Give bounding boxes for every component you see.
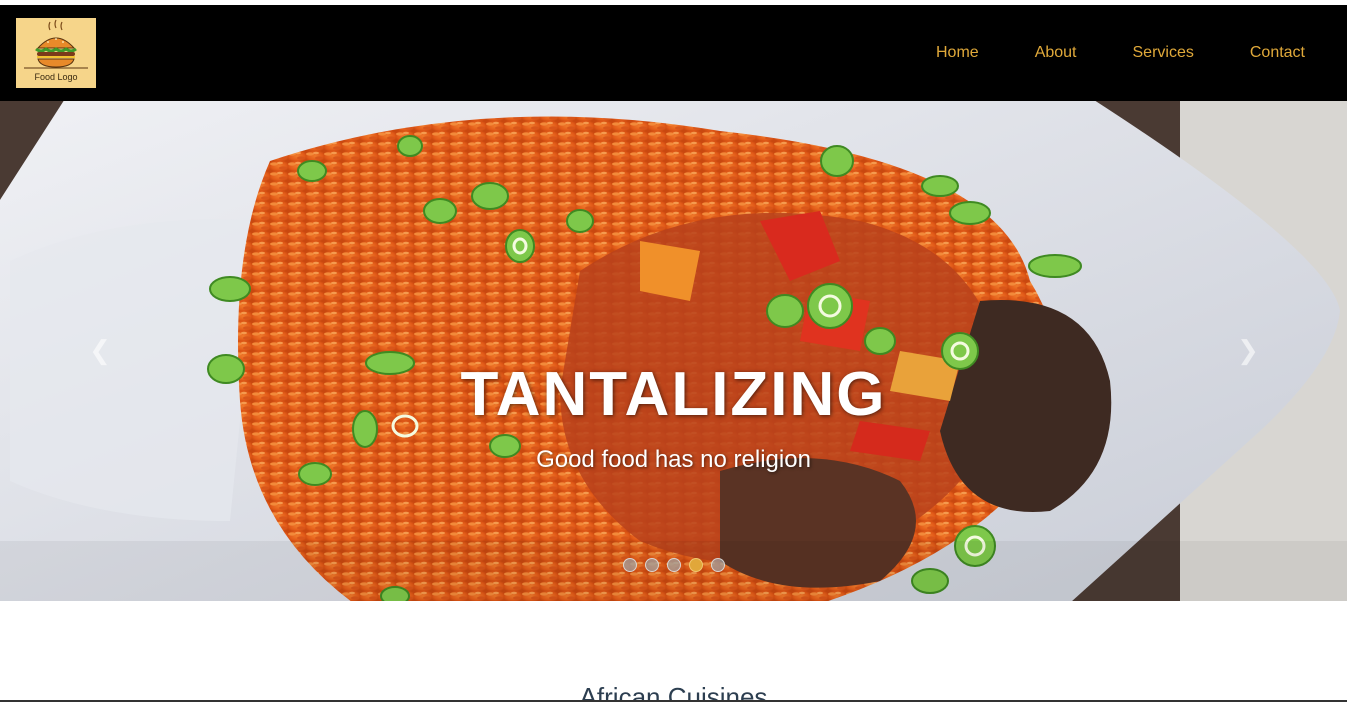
hero-title: TANTALIZING [460,360,887,429]
carousel-indicator-dot[interactable] [688,558,703,572]
nav-home-link[interactable]: Home [936,44,979,62]
section-title: African Cuisines [579,682,768,702]
page: Food Logo Home About Services Contact ❮ … [0,0,1347,702]
food-logo[interactable]: Food Logo [16,18,96,88]
hero-subtitle: Good food has no religion [536,446,811,473]
carousel-indicator-dot[interactable] [644,558,659,572]
navbar: Food Logo Home About Services Contact [0,5,1347,101]
carousel-indicator-dot[interactable] [666,558,681,572]
hero-carousel[interactable]: ❮ ❯ TANTALIZING Good food has no religio… [0,101,1347,601]
logo-label: Food Logo [34,72,78,82]
carousel-indicators [0,558,1347,572]
nav-menu: Home About Services Contact [880,5,1305,101]
carousel-indicator-dot[interactable] [622,558,637,572]
jollof-rice-image [0,101,1347,601]
nav-contact-link[interactable]: Contact [1250,44,1305,62]
carousel-indicator-dot[interactable] [710,558,725,572]
nav-services-link[interactable]: Services [1133,44,1194,62]
nav-about-link[interactable]: About [1035,44,1077,62]
